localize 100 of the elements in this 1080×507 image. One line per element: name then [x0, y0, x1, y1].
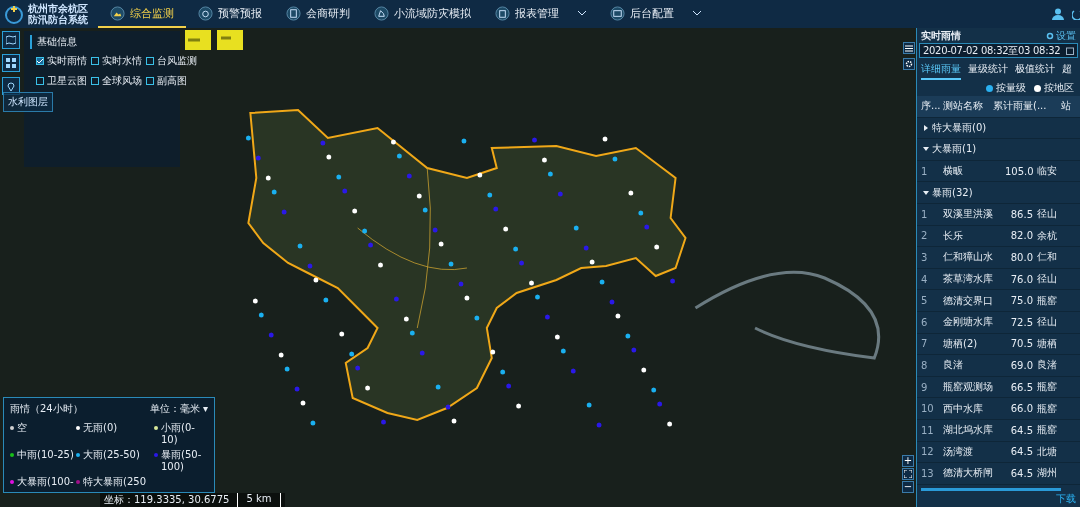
settings-icon[interactable]	[903, 58, 915, 70]
table-cell-text: 良渚	[943, 358, 964, 373]
column-header: 累计雨量(...	[993, 99, 1048, 114]
table-cell-text: 瓶窑	[1037, 423, 1058, 438]
caret-down-icon	[923, 146, 929, 153]
table-cell-text: 75.0	[1009, 295, 1034, 307]
nav-icon	[495, 5, 510, 21]
radio-option[interactable]: 按量级	[986, 82, 1026, 94]
legend-label: 小雨(0-10)	[161, 422, 196, 446]
table-cell-text: 径山	[1037, 272, 1058, 287]
table-cell-text: 良渚	[1037, 358, 1058, 373]
layer-checkbox[interactable]: 卫星云图	[36, 74, 87, 88]
nav-icon	[374, 5, 389, 21]
nav-tab[interactable]: 小流域防灾模拟	[362, 0, 483, 28]
legend-label: 中雨(10-25)	[17, 449, 74, 461]
gear-icon	[1046, 31, 1054, 40]
table-cell-text: 北塘	[1037, 444, 1058, 459]
satellite-map[interactable]: 基础信息 实时雨情 实时水情 台风监测 卫星云图 全球风场 副高图 水利图层 雨情（24小时） 单位：毫米 ▾ 空 无雨(0) 小雨(0-10) 中雨(10-25) 大雨(25-50) 暴雨(50-100) 大暴雨(100- 特大暴雨(250 坐标：119.3335, 30.6775 5 km + −	[0, 28, 916, 507]
grid-icon[interactable]	[2, 54, 20, 72]
table-cell-text: 8	[921, 359, 929, 371]
table-cell-text: 仁和獐山水	[943, 250, 994, 265]
table-cell-text: 86.5	[1009, 208, 1034, 220]
table-cell-text: 5	[921, 295, 929, 307]
group-row[interactable]: 暴雨(32)	[917, 182, 1080, 204]
nav-tab[interactable]: 预警预报	[186, 0, 274, 28]
table-cell-text: 金刚塘水库	[943, 315, 994, 330]
table-cell-text: 仁和	[1037, 250, 1058, 265]
list-icon[interactable]	[903, 42, 915, 54]
user-icon[interactable]	[1052, 8, 1064, 20]
table-cell-text: 7	[921, 338, 929, 350]
layer-checkbox[interactable]: 实时水情	[91, 54, 142, 68]
layer-checkbox[interactable]: 全球风场	[91, 74, 142, 88]
scale-bar: 5 km	[237, 493, 281, 507]
zoom-in-button[interactable]: +	[902, 455, 914, 467]
layer-checkbox[interactable]: 台风监测	[146, 54, 197, 68]
table-cell-text: 塘栖	[1037, 336, 1058, 351]
tab[interactable]: 量级统计	[968, 62, 1008, 80]
unit-label[interactable]: 单位：毫米 ▾	[149, 402, 208, 416]
legend-label: 大暴雨(100-	[17, 476, 74, 488]
panel-title: 基础信息	[30, 35, 174, 49]
legend-label: 暴雨(50-100)	[161, 449, 203, 473]
layer-checkbox[interactable]: 实时雨情	[36, 54, 87, 68]
table-cell-text: 径山	[1037, 315, 1058, 330]
legend-title: 雨情（24小时）	[10, 402, 83, 416]
table-cell-text: 1	[921, 165, 929, 177]
nav-icon	[610, 5, 625, 21]
nav-tab[interactable]: 后台配置	[598, 0, 713, 28]
power-icon[interactable]	[1072, 8, 1080, 20]
location-pin-icon[interactable]	[2, 77, 20, 95]
group-row[interactable]: 特大暴雨(0)	[917, 117, 1080, 140]
table-cell-text: 2	[921, 230, 929, 242]
tab[interactable]: 超	[1062, 62, 1072, 80]
table-cell-text: 9	[921, 381, 929, 393]
nav-tab[interactable]: 报表管理	[483, 0, 598, 28]
table-cell-text: 长乐	[943, 228, 964, 243]
fullscreen-icon[interactable]	[902, 468, 914, 480]
layer-checkbox[interactable]: 副高图	[146, 74, 197, 88]
date-range-field[interactable]: 2020-07-02 08:32至03 08:32	[919, 43, 1078, 58]
nav-tab[interactable]: 会商研判	[274, 0, 362, 28]
table-cell-text: 66.5	[1009, 381, 1034, 393]
caret-right-icon	[923, 124, 929, 131]
tab[interactable]: 极值统计	[1015, 62, 1055, 80]
table-cell-text: 西中水库	[943, 401, 984, 416]
table-cell-text: 70.5	[1009, 338, 1034, 350]
table-cell-text: 瓶窑	[1037, 293, 1058, 308]
logo-icon	[4, 4, 24, 24]
table-cell-text: 69.0	[1009, 359, 1034, 371]
coordinates-text: 坐标：119.3335, 30.6775	[104, 493, 230, 507]
table-cell-text: 湖州	[1037, 466, 1058, 481]
chevron-down-icon	[693, 10, 701, 16]
table-cell-text: 湖北坞水库	[943, 423, 994, 438]
table-cell-text: 64.5	[1009, 424, 1034, 436]
zoom-out-button[interactable]: −	[902, 481, 914, 493]
app-title: 杭州市余杭区 防汛防台系统	[28, 3, 88, 25]
table-cell-text: 3	[921, 251, 929, 263]
radio-option[interactable]: 按地区	[1034, 82, 1074, 94]
table-cell-text: 12	[921, 446, 935, 458]
column-header: 测站名称	[943, 99, 984, 114]
group-row[interactable]: 大暴雨(1)	[917, 139, 1080, 161]
table-cell-text: 瓶窑观测场	[943, 380, 994, 394]
legend-label: 大雨(25-50)	[83, 449, 140, 461]
table-cell-text: 汤湾渡	[943, 444, 974, 459]
table-cell-text: 80.0	[1009, 251, 1034, 263]
nav-icon	[286, 5, 301, 21]
table-cell-text: 德清大桥闸	[943, 466, 994, 481]
nav-icon	[110, 5, 125, 21]
legend-label: 空	[17, 422, 27, 434]
table-cell-text: 13	[921, 467, 935, 479]
download-link[interactable]: 下载	[1052, 491, 1080, 507]
table-cell-text: 双溪里洪溪	[943, 207, 994, 222]
layer-button[interactable]: 水利图层	[3, 92, 53, 112]
column-header: 站	[1061, 99, 1072, 114]
settings-link[interactable]: 设置	[1046, 28, 1076, 43]
map-icon[interactable]	[2, 31, 20, 49]
table-cell-text: 塘栖(2)	[943, 336, 979, 351]
table-cell-text: 64.5	[1009, 467, 1034, 479]
column-header: 序...	[921, 99, 942, 114]
chevron-down-icon	[578, 10, 586, 16]
table-cell-text: 余杭	[1037, 228, 1058, 243]
tab[interactable]: 详细雨量	[921, 62, 961, 80]
